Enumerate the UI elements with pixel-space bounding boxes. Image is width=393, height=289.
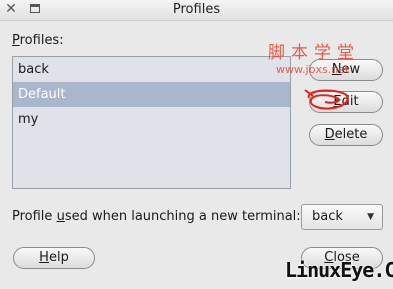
delete-button[interactable]: Delete [309, 124, 383, 146]
red-scribble-annotation [304, 89, 349, 110]
help-button[interactable]: Help [13, 247, 95, 269]
profiles-label: Profiles: [12, 33, 64, 48]
profiles-list[interactable]: back Default my [12, 56, 291, 189]
profile-item-default[interactable]: Default [13, 82, 290, 107]
launch-profile-select[interactable]: back ▼ [301, 204, 383, 230]
window-title: Profiles [172, 2, 221, 17]
launch-profile-label: Profile used when launching a new termin… [12, 209, 301, 224]
watermark-text: 脚本学堂 [268, 43, 360, 63]
watermark-url: www.jbxs.net [276, 63, 350, 76]
watermark-logo: LinuxEye.CN [285, 258, 393, 282]
profile-item-my[interactable]: my [13, 107, 290, 132]
profile-item-back[interactable]: back [13, 57, 290, 82]
dropdown-arrow-icon: ▼ [367, 212, 374, 222]
title-bar: ✕ Profiles [0, 0, 393, 21]
